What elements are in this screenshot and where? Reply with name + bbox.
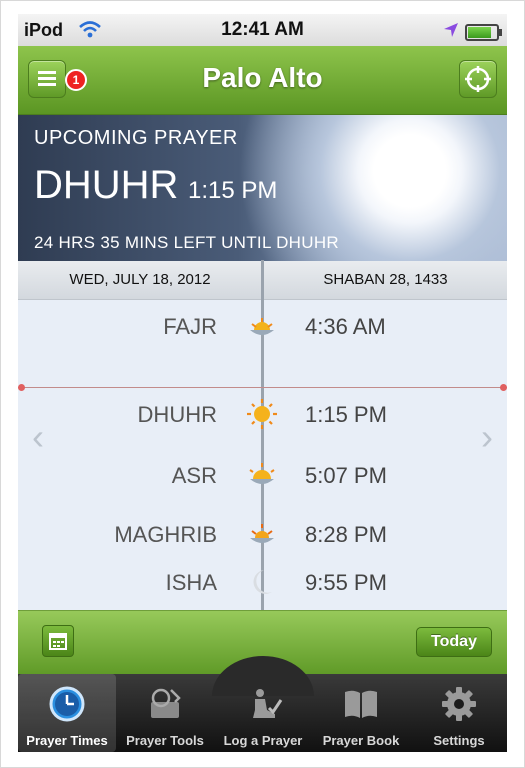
prayer-time: 4:36 AM	[305, 314, 386, 339]
prayer-time: 5:07 PM	[305, 463, 387, 488]
moon-icon	[253, 570, 272, 594]
tab-label: Prayer Tools	[126, 733, 204, 748]
tab-prayer-tools[interactable]: Prayer Tools	[116, 674, 214, 752]
prayer-name: FAJR	[163, 314, 217, 339]
app-header: 1 Palo Alto	[18, 46, 507, 115]
battery-icon	[465, 24, 502, 41]
prayer-row-fajr: FAJR 4:36 AM	[18, 310, 507, 344]
tab-prayer-book[interactable]: Prayer Book	[312, 674, 410, 752]
upcoming-prayer-name: DHUHR	[34, 163, 179, 207]
prayer-icon	[253, 689, 283, 718]
tab-label: Log a Prayer	[223, 733, 303, 748]
prayer-row-asr: ASR 5:07 PM	[18, 459, 507, 493]
prayer-row-maghrib: MAGHRIB 8:28 PM	[18, 518, 507, 552]
current-time-marker-right	[500, 384, 507, 391]
page-title: Palo Alto	[202, 62, 323, 93]
current-time-line	[18, 387, 507, 388]
prayer-name: ISHA	[165, 570, 217, 595]
status-bar: iPod 12:41 AM	[18, 14, 507, 46]
sunrise-icon	[250, 318, 274, 335]
prayer-name: MAGHRIB	[114, 522, 217, 547]
upcoming-label: UPCOMING PRAYER	[34, 127, 238, 149]
tab-label: Prayer Times	[26, 733, 108, 748]
prayer-row-isha: ISHA 9:55 PM	[18, 566, 507, 600]
location-arrow-icon	[444, 23, 458, 37]
prayer-name: ASR	[171, 463, 217, 488]
countdown-text: 24 HRS 35 MINS LEFT UNTIL DHUHR	[34, 233, 339, 252]
clock-icon	[49, 686, 85, 722]
calendar-icon	[49, 633, 67, 650]
locate-icon	[465, 66, 491, 92]
tab-settings[interactable]: Settings	[410, 674, 507, 752]
tab-prayer-times[interactable]: Prayer Times	[18, 674, 116, 752]
gear-icon	[442, 687, 476, 721]
hijri-date: SHABAN 28, 1433	[323, 271, 448, 288]
status-time: 12:41 AM	[221, 19, 304, 40]
tab-label: Prayer Book	[322, 733, 400, 748]
tab-label: Settings	[433, 733, 485, 748]
current-time-marker-left	[18, 384, 25, 391]
locate-button[interactable]	[459, 60, 497, 98]
gregorian-date: WED, JULY 18, 2012	[69, 271, 211, 288]
phone-screen: iPod 12:41 AM 1 Palo Alto UPCOMING PRAYE…	[18, 14, 507, 752]
tools-icon	[151, 688, 181, 718]
prayer-time: 1:15 PM	[305, 402, 387, 427]
sunset-icon	[250, 524, 274, 543]
prayer-time: 9:55 PM	[305, 570, 387, 595]
prayer-time: 8:28 PM	[305, 522, 387, 547]
upcoming-prayer-panel: UPCOMING PRAYER DHUHR 1:15 PM 24 HRS 35 …	[18, 115, 507, 261]
today-button[interactable]: Today	[416, 627, 492, 657]
prayer-name: DHUHR	[137, 402, 217, 427]
prayer-row-dhuhr: DHUHR 1:15 PM	[18, 398, 507, 432]
tab-log-prayer[interactable]: Log a Prayer	[212, 656, 314, 752]
calendar-button[interactable]	[42, 625, 74, 657]
book-icon	[345, 690, 377, 718]
tab-bar: Prayer Times Prayer Tools Log a Prayer P…	[18, 656, 507, 752]
upcoming-prayer-time: 1:15 PM	[188, 177, 278, 204]
sun-icon	[247, 399, 277, 429]
half-sun-icon	[249, 463, 275, 484]
